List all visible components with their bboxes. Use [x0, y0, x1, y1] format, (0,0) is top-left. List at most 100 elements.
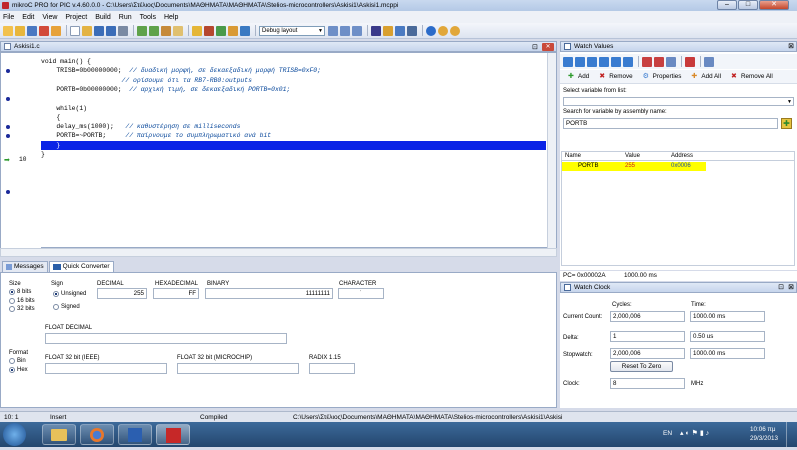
language-indicator[interactable]: EN — [663, 430, 672, 437]
minimize-button[interactable]: – — [717, 0, 737, 10]
breakpoint-marker[interactable] — [6, 69, 10, 73]
run-to-cursor-icon[interactable] — [611, 56, 621, 67]
chart-icon[interactable] — [395, 25, 405, 36]
redo-icon[interactable] — [149, 25, 159, 36]
code-line[interactable]: while(1) — [41, 104, 546, 113]
clock-pin-icon[interactable]: ⊡ — [778, 283, 784, 291]
copy-icon[interactable] — [173, 25, 183, 36]
step-out-icon[interactable] — [599, 56, 609, 67]
editor-horizontal-scrollbar[interactable] — [0, 248, 557, 257]
statistics-icon[interactable] — [383, 25, 393, 36]
format-bin-radio[interactable]: Bin — [9, 358, 26, 364]
code-line[interactable]: } — [41, 140, 546, 150]
menu-file[interactable]: File — [3, 14, 14, 21]
search-help-icon[interactable] — [450, 25, 460, 36]
character-input[interactable]: ˙ — [338, 288, 384, 299]
options-icon[interactable] — [228, 25, 238, 36]
stop-icon[interactable] — [642, 56, 652, 67]
help-icon[interactable] — [426, 25, 436, 36]
sign-unsigned-radio[interactable]: Unsigned — [53, 291, 86, 297]
menu-edit[interactable]: Edit — [22, 14, 34, 21]
hexadecimal-input[interactable]: FF — [153, 288, 199, 299]
code-line[interactable]: delay_ms(1000); // καθυστέρηση σε millis… — [41, 122, 546, 131]
start-button[interactable] — [3, 423, 26, 446]
search-variable-input[interactable]: PORTB — [563, 118, 778, 129]
print-icon[interactable] — [118, 25, 128, 36]
mikroc-taskbar-button[interactable] — [156, 424, 190, 445]
cut-icon[interactable] — [161, 25, 171, 36]
watch-window-icon[interactable] — [704, 56, 714, 67]
clock-time[interactable]: 10:06 πμ — [750, 426, 775, 433]
firefox-taskbar-button[interactable] — [80, 424, 114, 445]
tray-icons[interactable]: ▴ ◐ ⚑ ▮ ♪ — [680, 429, 709, 437]
save-icon[interactable] — [27, 25, 37, 36]
float-decimal-input[interactable] — [45, 333, 287, 344]
save-file-icon[interactable] — [94, 25, 104, 36]
editor-vertical-scrollbar[interactable] — [547, 53, 556, 249]
code-line[interactable] — [41, 94, 546, 103]
view-icon[interactable] — [352, 25, 362, 36]
step-into-icon[interactable] — [575, 56, 585, 67]
variable-select[interactable]: ▼ — [563, 97, 794, 106]
step-over-icon[interactable] — [587, 56, 597, 67]
size-16bits-radio[interactable]: 16 bits — [9, 298, 35, 304]
properties-button[interactable]: ⚙ Properties — [643, 73, 682, 80]
size-32bits-radio[interactable]: 32 bits — [9, 306, 35, 312]
format-hex-radio[interactable]: Hex — [9, 367, 28, 373]
clock-close-icon[interactable]: ⊠ — [788, 283, 794, 291]
table-row[interactable]: PORTB 255 0x0006 — [562, 162, 706, 171]
breakpoint-marker[interactable] — [6, 190, 10, 194]
binary-input[interactable]: 11111111 — [205, 288, 333, 299]
float-microchip-input[interactable] — [177, 363, 299, 374]
menu-help[interactable]: Help — [164, 14, 178, 21]
menu-project[interactable]: Project — [65, 14, 87, 21]
add-variable-icon[interactable]: ✚ — [781, 118, 792, 129]
layout-icon[interactable] — [340, 25, 350, 36]
show-desktop-button[interactable] — [786, 422, 797, 447]
explorer-taskbar-button[interactable] — [42, 424, 76, 445]
code-line[interactable]: PORTB=0b00000000; // αρχική τιμή, σε δεκ… — [41, 85, 546, 94]
code-line[interactable]: } — [41, 150, 546, 159]
edit-project-settings-icon[interactable] — [240, 25, 250, 36]
code-area[interactable]: void main() { TRISB=0b00000000; // δυαδι… — [41, 53, 546, 249]
editor-tab[interactable]: Askisi1.c ⊡ ✕ — [0, 41, 557, 52]
open-file-icon[interactable] — [82, 25, 92, 36]
tab-messages[interactable]: Messages — [2, 261, 48, 272]
tab-quick-converter[interactable]: Quick Converter — [48, 261, 114, 272]
editor-close-icon[interactable]: ✕ — [542, 43, 554, 51]
editor-pin-icon[interactable]: ⊡ — [532, 43, 540, 51]
program-icon[interactable] — [216, 25, 226, 36]
edit-project-icon[interactable] — [51, 25, 61, 36]
remove-all-button[interactable]: ✖ Remove All — [731, 73, 773, 80]
info-icon[interactable] — [438, 25, 448, 36]
breakpoint-marker[interactable] — [6, 97, 10, 101]
clear-breakpoints-icon[interactable] — [666, 56, 676, 67]
build-icon[interactable] — [192, 25, 202, 36]
decimal-input[interactable]: 255 — [97, 288, 147, 299]
toggle-icon[interactable] — [685, 56, 695, 67]
maximize-button[interactable]: □ — [738, 0, 758, 10]
reset-to-zero-button[interactable]: Reset To Zero — [610, 361, 673, 372]
remove-button[interactable]: ✖ Remove — [599, 73, 632, 80]
size-8bits-radio[interactable]: 8 bits — [9, 289, 31, 295]
close-button[interactable]: ✕ — [759, 0, 789, 10]
new-file-icon[interactable] — [70, 25, 80, 36]
menu-run[interactable]: Run — [119, 14, 132, 21]
breakpoint-marker[interactable] — [6, 125, 10, 129]
watch-close-icon[interactable]: ⊠ — [788, 42, 794, 50]
menu-build[interactable]: Build — [95, 14, 111, 21]
jump-icon[interactable] — [623, 56, 633, 67]
terminal-icon[interactable] — [407, 25, 417, 36]
open-icon[interactable] — [15, 25, 25, 36]
close-project-icon[interactable] — [39, 25, 49, 36]
clock-date[interactable]: 29/3/2013 — [750, 435, 778, 442]
code-line[interactable]: TRISB=0b00000000; // δυαδική μορφή, σε δ… — [41, 66, 546, 75]
code-line[interactable]: // ορίσουμε ότι τα RB7-RB0:outputs — [41, 76, 546, 85]
word-taskbar-button[interactable] — [118, 424, 152, 445]
breakpoint-marker[interactable] — [6, 134, 10, 138]
chip-icon[interactable] — [371, 25, 381, 36]
sign-signed-radio[interactable]: Signed — [53, 304, 80, 310]
debug-icon[interactable] — [328, 25, 338, 36]
build-all-icon[interactable] — [204, 25, 214, 36]
code-line[interactable]: void main() { — [41, 57, 546, 66]
